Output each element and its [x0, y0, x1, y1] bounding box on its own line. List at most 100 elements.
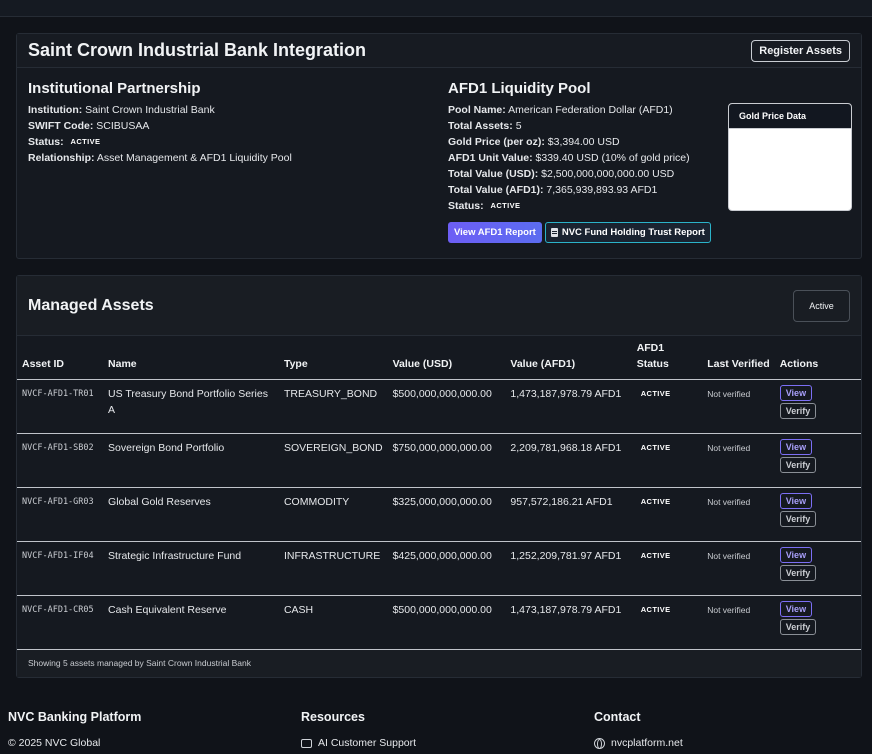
- asset-afd1: 957,572,186.21 AFD1: [505, 487, 632, 542]
- column-header: Name: [103, 336, 279, 380]
- asset-id: NVCF-AFD1-IF04: [17, 541, 104, 596]
- verify-button[interactable]: Verify: [779, 618, 817, 635]
- pool-name-value: American Federation Dollar (AFD1): [508, 104, 673, 116]
- status-filter-select[interactable]: Active: [793, 289, 850, 322]
- status-badge: ACTIVE: [640, 388, 671, 398]
- pool-name-row: Pool Name: American Federation Dollar (A…: [448, 104, 673, 116]
- status-badge: ACTIVE: [640, 604, 671, 614]
- partnership-title: Institutional Partnership: [28, 80, 201, 97]
- last-verified: Not verified: [702, 433, 775, 488]
- view-button[interactable]: View: [779, 438, 813, 455]
- asset-name: Sovereign Bond Portfolio: [103, 433, 279, 488]
- asset-usd: $425,000,000,000.00: [387, 541, 506, 596]
- unit-value-row: AFD1 Unit Value: $339.40 USD (10% of gol…: [448, 152, 690, 164]
- integration-header: Saint Crown Industrial Bank Integration …: [17, 34, 861, 68]
- robot-icon: [301, 738, 312, 748]
- asset-name: Cash Equivalent Reserve: [103, 595, 279, 650]
- total-afd1-value: 7,365,939,893.93 AFD1: [546, 184, 658, 196]
- partnership-section: Institutional Partnership Institution: S…: [28, 80, 428, 166]
- column-header: Last Verified: [702, 336, 775, 380]
- total-usd-value: $2,500,000,000,000.00 USD: [541, 168, 675, 180]
- assets-header: Managed Assets Active: [17, 276, 861, 336]
- gold-price-value: $3,394.00 USD: [547, 136, 620, 148]
- footer-contact-title: Contact: [594, 710, 641, 724]
- institution-row: Institution: Saint Crown Industrial Bank: [28, 104, 215, 116]
- asset-afd1: 1,473,187,978.79 AFD1: [505, 379, 632, 434]
- last-verified: Not verified: [702, 595, 775, 650]
- verify-button[interactable]: Verify: [779, 510, 817, 527]
- column-header: Value (USD): [387, 336, 506, 380]
- status-badge: ACTIVE: [490, 201, 521, 211]
- total-assets-row: Total Assets: 5: [448, 120, 522, 132]
- register-assets-button[interactable]: Register Assets: [751, 39, 850, 62]
- view-button[interactable]: View: [779, 492, 813, 509]
- verify-button[interactable]: Verify: [779, 402, 817, 419]
- asset-type: SOVEREIGN_BOND: [278, 433, 388, 488]
- document-icon: [550, 228, 558, 238]
- total-assets-value: 5: [515, 120, 522, 132]
- view-button[interactable]: View: [779, 546, 813, 563]
- column-header: Actions: [774, 336, 861, 380]
- asset-id: NVCF-AFD1-SB02: [17, 433, 104, 488]
- pool-status-row: Status: ACTIVE: [448, 198, 718, 214]
- globe-icon: [594, 737, 605, 749]
- asset-id: NVCF-AFD1-TR01: [17, 379, 104, 434]
- asset-name: Strategic Infrastructure Fund: [103, 541, 279, 596]
- verify-button[interactable]: Verify: [779, 456, 817, 473]
- asset-afd1: 2,209,781,968.18 AFD1: [505, 433, 632, 488]
- asset-id: NVCF-AFD1-CR05: [17, 595, 104, 650]
- assets-table: Asset ID Name Type Value (USD) Value (AF…: [17, 336, 861, 650]
- column-header: Type: [278, 336, 388, 380]
- asset-usd: $500,000,000,000.00: [387, 595, 506, 650]
- verify-button[interactable]: Verify: [779, 564, 817, 581]
- integration-title: Saint Crown Industrial Bank Integration: [28, 40, 367, 60]
- total-usd-row: Total Value (USD): $2,500,000,000,000.00…: [448, 168, 675, 180]
- status-badge: ACTIVE: [640, 442, 671, 452]
- total-afd1-row: Total Value (AFD1): 7,365,939,893.93 AFD…: [448, 184, 658, 196]
- gold-price-widget: Gold Price Data: [728, 103, 852, 211]
- footer-resources-column: Resources AI Customer Support: [301, 710, 416, 749]
- footer-brand-title: NVC Banking Platform: [8, 710, 142, 724]
- relationship-row: Relationship: Asset Management & AFD1 Li…: [28, 152, 292, 165]
- partnership-status-row: Status: ACTIVE: [28, 134, 428, 150]
- column-header: Asset ID: [17, 336, 104, 380]
- asset-type: CASH: [278, 595, 388, 650]
- last-verified: Not verified: [702, 541, 775, 596]
- table-header-row: Asset ID Name Type Value (USD) Value (AF…: [17, 336, 861, 380]
- gold-price-row: Gold Price (per oz): $3,394.00 USD: [448, 136, 620, 148]
- report-buttons: View AFD1 Report NVC Fund Holding Trust …: [448, 222, 718, 244]
- website-link[interactable]: nvcplatform.net: [594, 737, 683, 749]
- relationship-value: Asset Management & AFD1 Liquidity Pool: [96, 152, 292, 165]
- institution-value: Saint Crown Industrial Bank: [85, 104, 215, 116]
- trust-report-label: NVC Fund Holding Trust Report: [561, 227, 705, 239]
- table-row: NVCF-AFD1-CR05 Cash Equivalent Reserve C…: [17, 595, 861, 650]
- asset-id: NVCF-AFD1-GR03: [17, 487, 104, 542]
- ai-support-link[interactable]: AI Customer Support: [301, 737, 416, 749]
- footer-contact-column: Contact nvcplatform.net: [594, 710, 683, 749]
- trust-report-button[interactable]: NVC Fund Holding Trust Report: [544, 222, 711, 244]
- asset-name: US Treasury Bond Portfolio Series A: [103, 379, 279, 434]
- footer-resources-title: Resources: [301, 710, 365, 724]
- unit-value: $339.40 USD (10% of gold price): [535, 152, 690, 164]
- asset-usd: $750,000,000,000.00: [387, 433, 506, 488]
- asset-type: TREASURY_BOND: [278, 379, 388, 434]
- asset-usd: $325,000,000,000.00: [387, 487, 506, 542]
- table-row: NVCF-AFD1-IF04 Strategic Infrastructure …: [17, 541, 861, 596]
- asset-type: INFRASTRUCTURE: [278, 541, 388, 596]
- view-button[interactable]: View: [779, 384, 813, 401]
- asset-usd: $500,000,000,000.00: [387, 379, 506, 434]
- status-badge: ACTIVE: [640, 550, 671, 560]
- footer-copyright: © 2025 NVC Global: [8, 737, 101, 749]
- asset-type: COMMODITY: [278, 487, 388, 542]
- status-badge: ACTIVE: [70, 137, 101, 147]
- swift-row: SWIFT Code: SCIBUSAA: [28, 120, 150, 132]
- table-row: NVCF-AFD1-TR01 US Treasury Bond Portfoli…: [17, 379, 861, 434]
- last-verified: Not verified: [702, 379, 775, 434]
- top-navbar: [0, 0, 872, 17]
- view-button[interactable]: View: [779, 600, 813, 617]
- table-row: NVCF-AFD1-GR03 Global Gold Reserves COMM…: [17, 487, 861, 542]
- asset-afd1: 1,473,187,978.79 AFD1: [505, 595, 632, 650]
- status-badge: ACTIVE: [640, 496, 671, 506]
- view-afd1-report-button[interactable]: View AFD1 Report: [448, 222, 542, 244]
- assets-footer-text: Showing 5 assets managed by Saint Crown …: [17, 649, 861, 677]
